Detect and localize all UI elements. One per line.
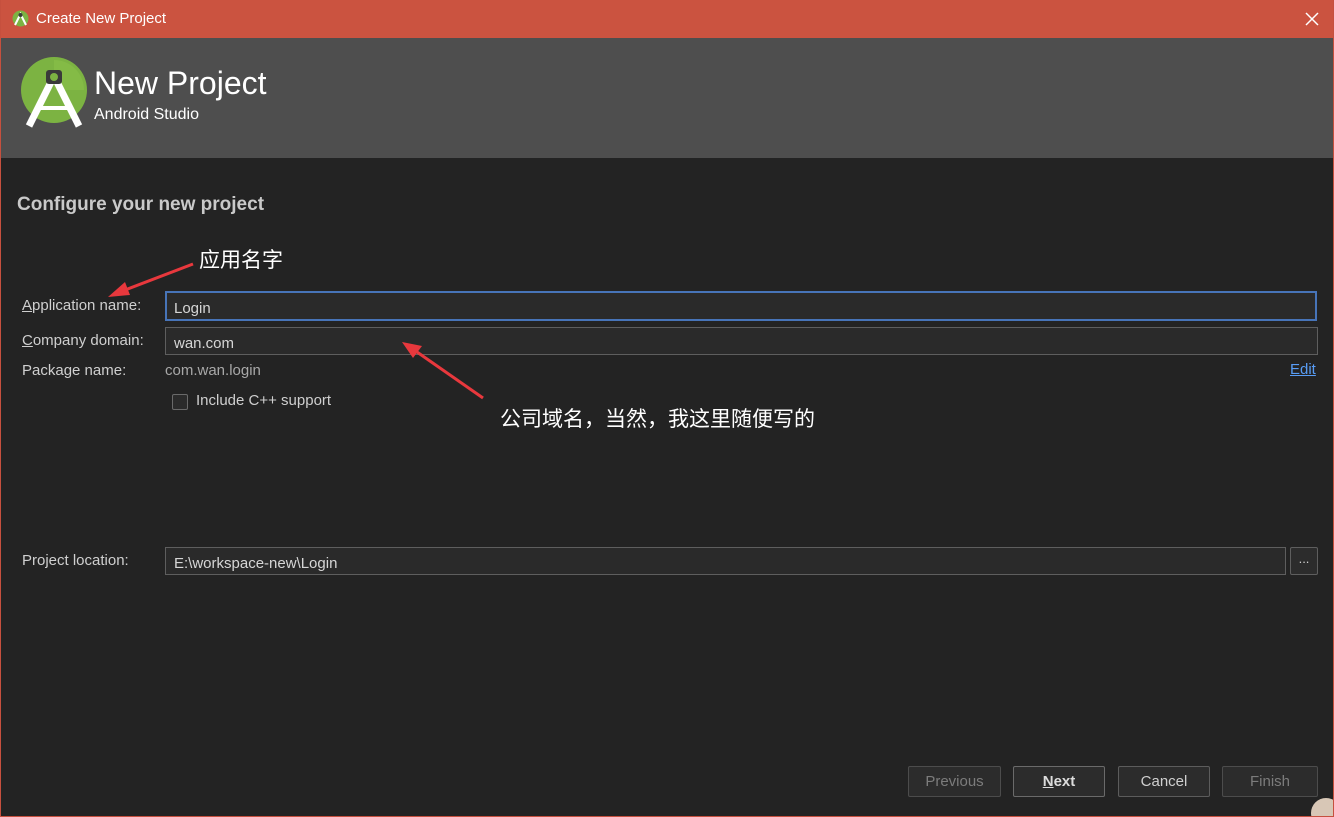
previous-button[interactable]: Previous bbox=[908, 766, 1001, 797]
banner-title: New Project bbox=[94, 65, 267, 101]
edit-package-link[interactable]: Edit bbox=[1290, 361, 1316, 378]
close-icon bbox=[1305, 12, 1319, 26]
company-domain-label: Company domain: bbox=[22, 332, 144, 349]
application-name-input[interactable] bbox=[165, 291, 1317, 321]
banner-subtitle: Android Studio bbox=[94, 106, 199, 123]
application-name-label-text: pplication name: bbox=[32, 297, 142, 314]
android-studio-icon bbox=[12, 10, 29, 27]
title-bar: Create New Project bbox=[1, 0, 1333, 38]
next-label-text: ext bbox=[1053, 773, 1076, 790]
finish-button[interactable]: Finish bbox=[1222, 766, 1318, 797]
android-studio-logo bbox=[21, 57, 87, 128]
header-banner: New Project Android Studio bbox=[1, 38, 1333, 158]
package-name-label: Package name: bbox=[22, 362, 127, 379]
next-button[interactable]: Next bbox=[1013, 766, 1105, 797]
cancel-button[interactable]: Cancel bbox=[1118, 766, 1210, 797]
create-project-window: Create New Project New Project Android S… bbox=[0, 0, 1334, 817]
package-name-value: com.wan.login bbox=[165, 362, 261, 379]
corner-decoration bbox=[1311, 798, 1333, 816]
app-name-annotation: 应用名字 bbox=[199, 248, 283, 272]
company-domain-label-text: ompany domain: bbox=[32, 332, 144, 349]
cpp-support-label[interactable]: Include C++ support bbox=[196, 392, 331, 409]
domain-annotation: 公司域名，当然，我这里随便写的 bbox=[500, 407, 815, 431]
project-location-input[interactable] bbox=[165, 547, 1286, 575]
browse-location-button[interactable]: ... bbox=[1290, 547, 1318, 575]
next-mnemonic: N bbox=[1042, 773, 1054, 790]
application-name-label: Application name: bbox=[22, 297, 141, 314]
window-title: Create New Project bbox=[36, 10, 167, 27]
close-button[interactable] bbox=[1289, 0, 1333, 38]
company-domain-mnemonic: C bbox=[22, 332, 33, 349]
project-location-label: Project location: bbox=[22, 552, 129, 569]
company-domain-input[interactable] bbox=[165, 327, 1318, 355]
section-title: Configure your new project bbox=[17, 194, 265, 215]
cpp-support-checkbox[interactable] bbox=[172, 394, 188, 410]
application-name-mnemonic: A bbox=[22, 297, 33, 314]
